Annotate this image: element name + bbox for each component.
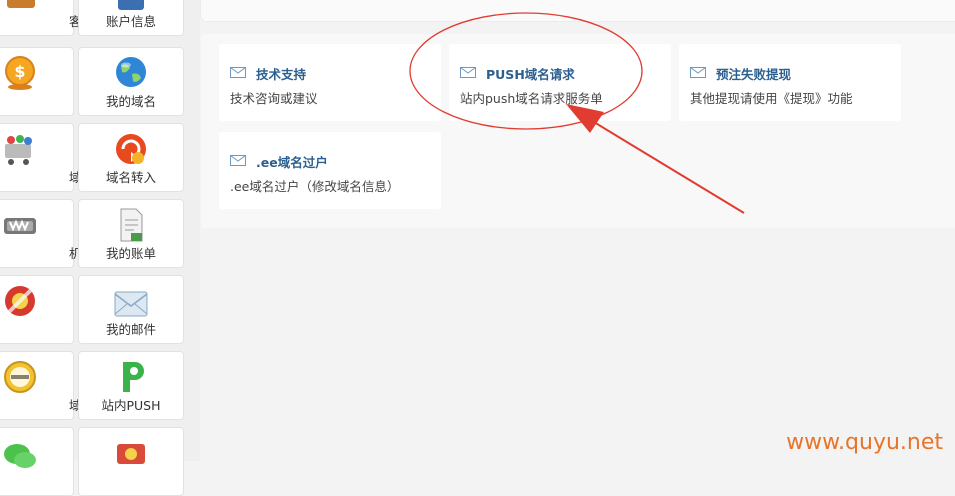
highlight-ellipse xyxy=(409,12,643,130)
annotation-arrow-shaft xyxy=(583,115,745,214)
annotation-overlay xyxy=(409,12,745,214)
annotation-arrow-head xyxy=(566,104,604,133)
watermark-text: www.quyu.net xyxy=(786,430,943,455)
